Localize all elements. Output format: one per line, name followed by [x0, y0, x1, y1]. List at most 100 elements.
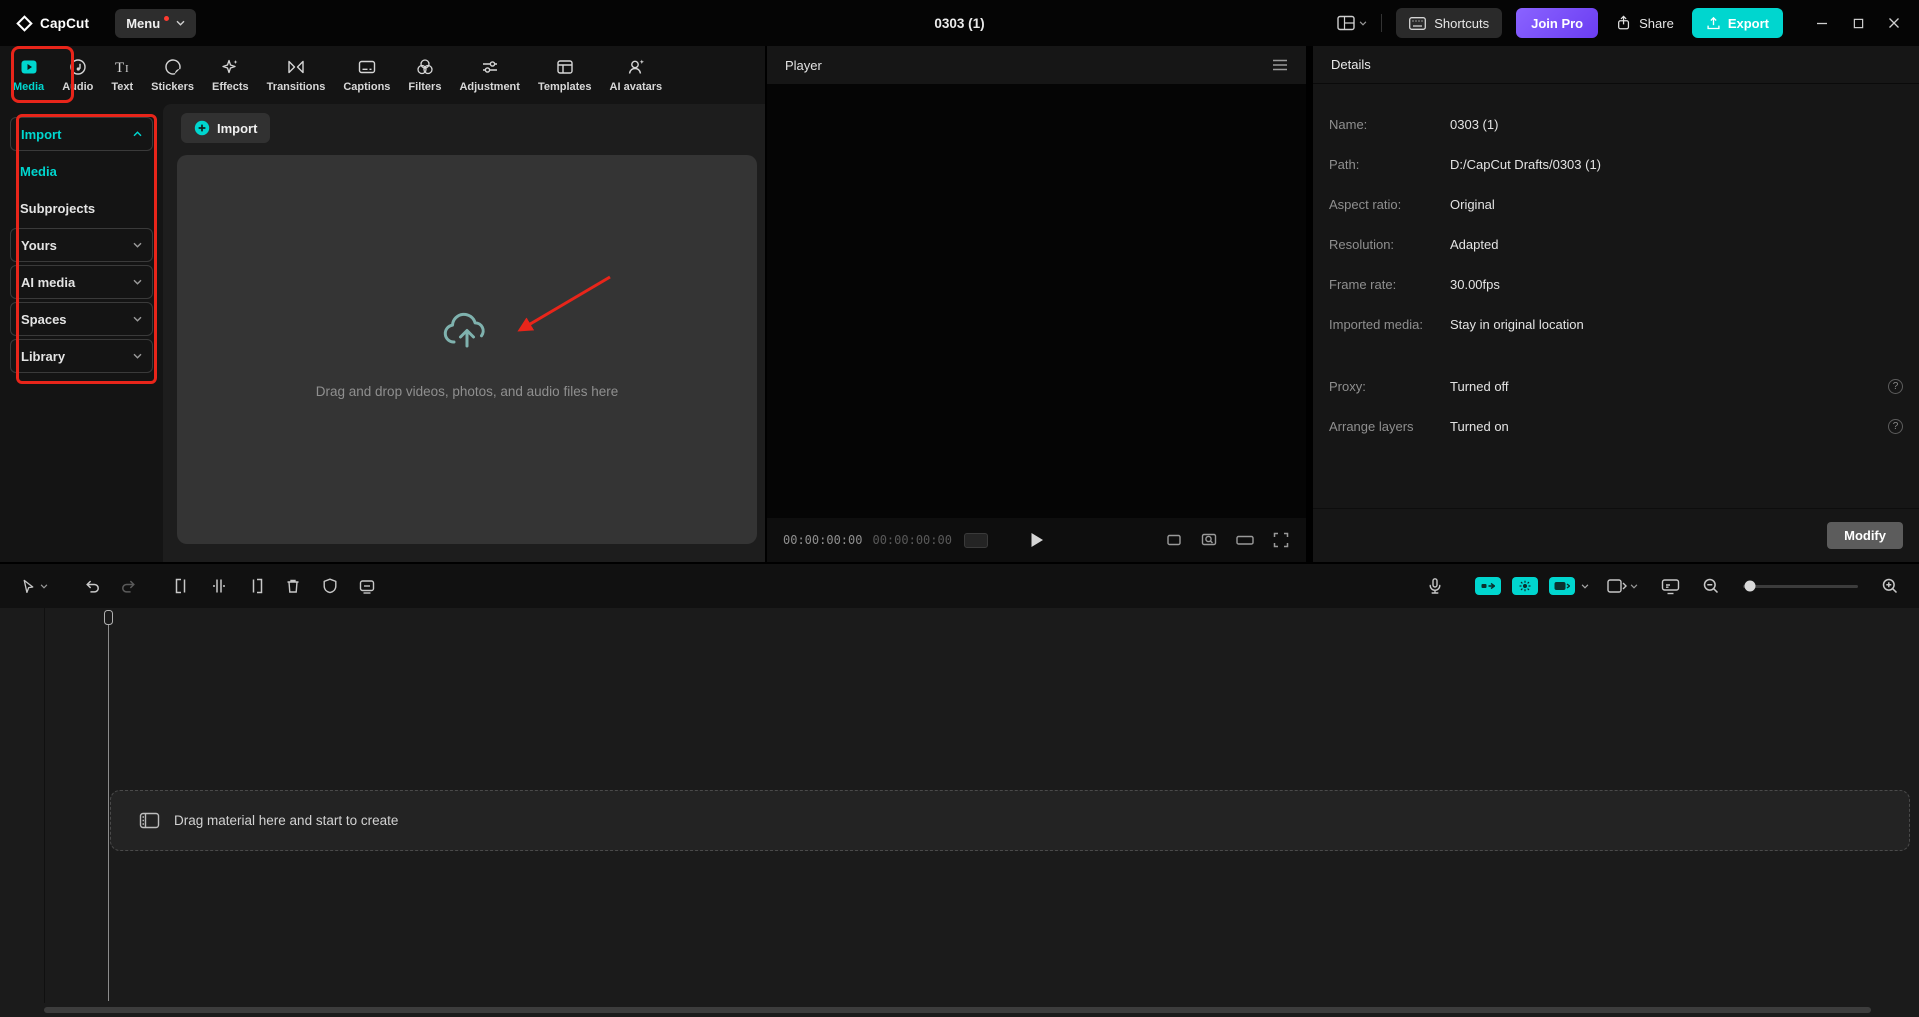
player-panel: Player 00:00:00:00 00:00:00:00 — [767, 46, 1306, 562]
chevron-up-icon — [133, 131, 142, 137]
sidebar-item-subprojects[interactable]: Subprojects — [10, 191, 153, 225]
share-button[interactable]: Share — [1612, 15, 1678, 31]
shortcuts-label: Shortcuts — [1434, 16, 1489, 31]
media-panel: Media Audio TI Text — [0, 46, 765, 562]
play-button[interactable] — [1030, 532, 1044, 548]
tab-transitions[interactable]: Transitions — [258, 57, 335, 93]
filters-icon — [415, 57, 435, 77]
tab-text[interactable]: TI Text — [102, 57, 142, 93]
tab-label: Transitions — [267, 81, 326, 93]
menu-button[interactable]: Menu — [115, 9, 196, 38]
notification-dot — [164, 16, 169, 21]
playhead-time: 00:00:00:00 — [783, 533, 862, 547]
zoom-slider-thumb[interactable] — [1744, 581, 1755, 592]
tab-media[interactable]: Media — [4, 57, 53, 93]
detail-row-name: Name: 0303 (1) — [1313, 104, 1919, 144]
plus-circle-icon — [194, 120, 210, 136]
tab-label: Media — [13, 81, 44, 93]
undo-button[interactable] — [77, 571, 107, 601]
tab-effects[interactable]: Effects — [203, 57, 258, 93]
keyboard-icon — [1409, 17, 1426, 30]
split-button[interactable] — [204, 571, 234, 601]
question-icon[interactable]: ? — [1888, 379, 1903, 394]
detail-label: Proxy: — [1329, 379, 1450, 394]
playhead-handle[interactable] — [104, 610, 113, 625]
adjustment-icon — [480, 57, 500, 77]
modify-button[interactable]: Modify — [1827, 522, 1903, 549]
import-button[interactable]: Import — [181, 113, 270, 143]
sidebar-item-label: AI media — [21, 275, 75, 290]
select-tool-button[interactable] — [14, 571, 54, 601]
tab-captions[interactable]: Captions — [334, 57, 399, 93]
hamburger-icon[interactable] — [1272, 59, 1288, 71]
sidebar-item-spaces[interactable]: Spaces — [10, 302, 153, 336]
frame-indicator — [964, 533, 988, 548]
shortcuts-button[interactable]: Shortcuts — [1396, 8, 1502, 38]
detail-value: Adapted — [1450, 237, 1498, 252]
join-pro-button[interactable]: Join Pro — [1516, 8, 1598, 38]
media-dropzone[interactable]: Drag and drop videos, photos, and audio … — [177, 155, 757, 544]
player-viewport[interactable] — [767, 84, 1306, 518]
edit-clip-icon[interactable] — [352, 571, 382, 601]
tab-adjustment[interactable]: Adjustment — [450, 57, 529, 93]
tab-filters[interactable]: Filters — [399, 57, 450, 93]
sidebar-item-library[interactable]: Library — [10, 339, 153, 373]
cloud-upload-icon — [441, 310, 493, 350]
delete-button[interactable] — [278, 571, 308, 601]
sidebar-item-ai-media[interactable]: AI media — [10, 265, 153, 299]
mask-icon[interactable] — [315, 571, 345, 601]
main-track-magnet-toggle[interactable] — [1475, 577, 1501, 595]
delete-right-button[interactable] — [241, 571, 271, 601]
zoom-in-icon[interactable] — [1875, 571, 1905, 601]
auto-snap-toggle[interactable] — [1512, 577, 1538, 595]
export-button[interactable]: Export — [1692, 8, 1783, 38]
timeline-dropzone[interactable]: Drag material here and start to create — [110, 790, 1910, 851]
link-preview-toggle[interactable] — [1549, 577, 1575, 595]
question-icon[interactable]: ? — [1888, 419, 1903, 434]
sidebar-item-yours[interactable]: Yours — [10, 228, 153, 262]
microphone-icon[interactable] — [1420, 571, 1450, 601]
chevron-down-icon[interactable] — [1581, 584, 1589, 589]
detail-row-frame-rate: Frame rate: 30.00fps — [1313, 264, 1919, 304]
canvas-ratio-icon[interactable] — [1235, 531, 1255, 549]
tab-label: Text — [111, 81, 133, 93]
delete-left-button[interactable] — [167, 571, 197, 601]
effects-icon — [220, 57, 240, 77]
track-options-button[interactable] — [1600, 571, 1644, 601]
details-panel-title: Details — [1331, 57, 1371, 72]
tab-label: Audio — [62, 81, 93, 93]
redo-button[interactable] — [114, 571, 144, 601]
sidebar-item-media[interactable]: Media — [10, 154, 153, 188]
tab-label: Adjustment — [459, 81, 520, 93]
tab-label: Templates — [538, 81, 592, 93]
fullscreen-icon[interactable] — [1272, 531, 1290, 549]
layout-switch-button[interactable] — [1337, 15, 1367, 31]
detail-label: Resolution: — [1329, 237, 1450, 252]
svg-text:I: I — [125, 63, 129, 75]
tab-ai-avatars[interactable]: AI avatars — [601, 57, 672, 93]
app-logo-icon — [16, 15, 33, 32]
timeline-zoom-slider[interactable] — [1743, 585, 1858, 588]
tab-stickers[interactable]: Stickers — [142, 57, 203, 93]
maximize-button[interactable] — [1843, 10, 1873, 36]
tab-templates[interactable]: Templates — [529, 57, 601, 93]
chevron-down-icon — [133, 316, 142, 322]
sidebar-item-label: Import — [21, 127, 61, 142]
preview-quality-icon[interactable] — [1655, 571, 1685, 601]
details-panel: Details Name: 0303 (1) Path: D:/CapCut D… — [1313, 46, 1919, 562]
zoom-out-icon[interactable] — [1696, 571, 1726, 601]
horizontal-scrollbar[interactable] — [44, 1007, 1871, 1013]
zoom-fit-icon[interactable] — [1200, 531, 1218, 549]
tab-audio[interactable]: Audio — [53, 57, 102, 93]
ai-avatar-icon — [626, 57, 646, 77]
detail-value: Stay in original location — [1450, 317, 1584, 332]
sidebar-item-label: Subprojects — [20, 201, 95, 216]
sidebar-item-label: Yours — [21, 238, 57, 253]
detail-value: Turned on — [1450, 419, 1509, 434]
close-button[interactable] — [1879, 10, 1909, 36]
detail-value: Original — [1450, 197, 1495, 212]
aspect-ratio-icon[interactable] — [1165, 531, 1183, 549]
timeline-area[interactable]: Drag material here and start to create — [0, 608, 1919, 1017]
sidebar-item-import[interactable]: Import — [10, 117, 153, 151]
minimize-button[interactable] — [1807, 10, 1837, 36]
